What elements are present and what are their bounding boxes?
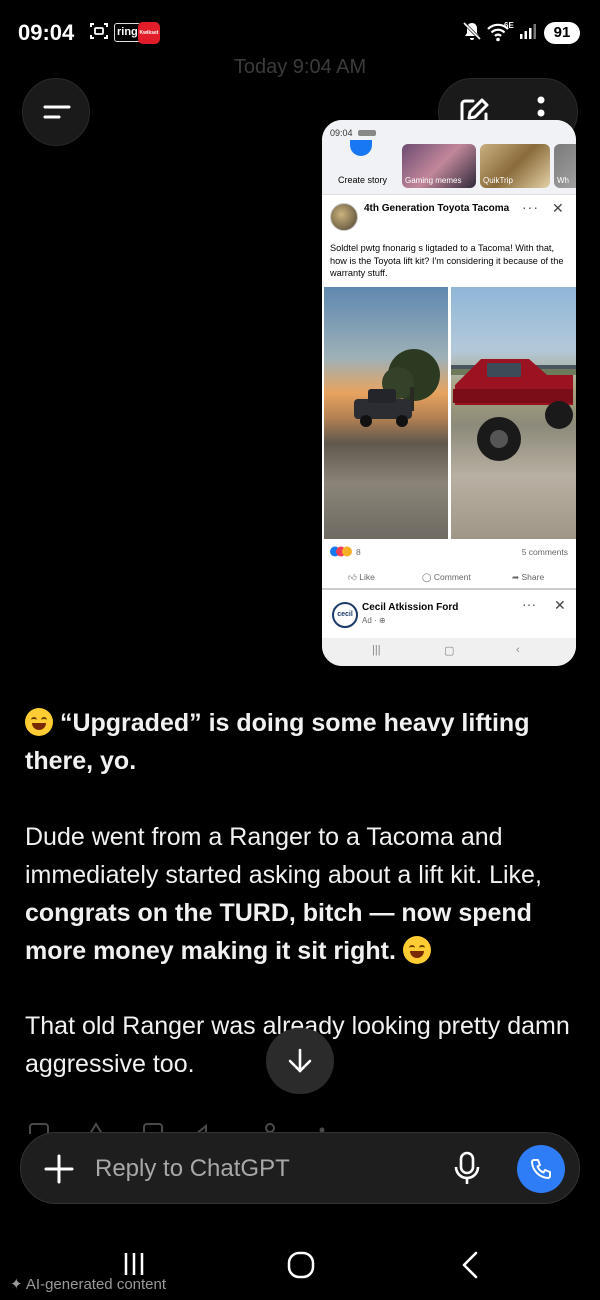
voice-mode-button[interactable] [517,1145,565,1193]
post-text: Soldtel pwtg fnonarig s ligtaded to a Ta… [330,243,564,278]
story-quiktrip: QuikTrip [480,144,550,188]
stories-bar: 09:04 Create story Gaming memes QuikTrip… [322,120,576,194]
screen-record-icon [90,23,108,39]
reactions-icon [330,546,352,557]
comment-count: 5 comments [521,547,568,557]
sponsored-post: cecil Cecil Atkission Ford Ad · ⊕ ··· ✕ [322,594,576,638]
menu-icon [43,105,71,119]
status-bar: 09:04 ring Kwikset 6E 91 [0,0,600,64]
battery-indicator: 91 [544,22,580,44]
story-gaming-memes: Gaming memes [402,144,476,188]
share-action: ➦ Share [512,572,545,582]
photo-tacoma [451,287,576,539]
signal-icon [520,24,536,39]
mini-home-icon: ▢ [444,645,455,657]
svg-text:6E: 6E [504,21,514,30]
mute-icon [462,21,482,41]
attached-screenshot[interactable]: 09:04 Create story Gaming memes QuikTrip… [322,120,576,666]
mini-back-icon: ‹ [516,644,520,656]
photo-ranger [324,287,448,539]
ad-close-icon: ✕ [554,597,566,613]
recents-icon[interactable] [120,1250,148,1278]
response-paragraph-2: Dude went from a Ranger to a Tacoma and … [25,823,542,965]
reactions-row: 8 5 comments [330,546,570,560]
kwikset-app-icon: Kwikset [138,22,160,44]
wifi-6e-icon: 6E [487,21,514,42]
back-icon[interactable] [458,1250,482,1280]
screenshot-time: 09:04 [330,128,353,138]
story-create: Create story [338,175,388,185]
like-action: 👍︎ Like [348,572,375,582]
screenshot-nav-bar: ||| ▢ ‹ [322,638,576,666]
ad-label: Ad · ⊕ [362,616,386,625]
scroll-to-bottom-button[interactable] [266,1028,334,1094]
status-time: 09:04 [18,20,75,45]
microphone-icon[interactable] [453,1151,481,1187]
like-icon: 👍︎ [348,572,357,582]
post-header: 4th Generation Toyota Tacoma ··· ✕ [322,194,576,234]
message-composer: Reply to ChatGPT [20,1132,580,1204]
create-story-plus-icon [350,140,372,156]
globe-icon: ⊕ [378,616,386,625]
response-bold-text: congrats on the TURD, bitch — now spend … [25,899,532,965]
story-more: Wh [554,144,576,188]
add-attachment-icon[interactable] [43,1153,75,1185]
reaction-count: 8 [356,547,361,557]
message-timestamp: Today 9:04 AM [233,56,367,78]
ad-name: Cecil Atkission Ford [362,602,459,613]
comment-icon: ◯ [422,572,432,582]
ring-app-icon: ring [114,23,141,42]
post-actions: 👍︎ Like ◯ Comment ➦ Share [322,568,576,590]
post-close-icon: ✕ [552,200,564,216]
arrow-down-icon [288,1048,312,1073]
response-paragraph-1: “Upgraded” is doing some heavy lifting t… [25,708,530,775]
screenshot-status-icons [358,130,376,136]
post-more-icon: ··· [522,199,539,215]
mini-recents-icon: ||| [372,644,381,656]
home-icon[interactable] [286,1250,316,1280]
laughing-tears-emoji-icon [25,708,53,736]
grinning-squint-emoji-icon [402,936,431,964]
share-icon: ➦ [512,572,520,582]
group-title: 4th Generation Toyota Tacoma [364,203,510,214]
ad-more-icon: ··· [522,596,536,612]
ai-generated-label: ✦ AI-generated content [10,1276,167,1293]
reply-input[interactable]: Reply to ChatGPT [95,1155,290,1183]
phone-icon [531,1159,551,1179]
menu-button[interactable] [22,78,90,146]
group-avatar [330,203,358,231]
sparkle-icon: ✦ [10,1276,23,1293]
ad-logo: cecil [332,602,358,628]
comment-action: ◯ Comment [422,572,471,582]
